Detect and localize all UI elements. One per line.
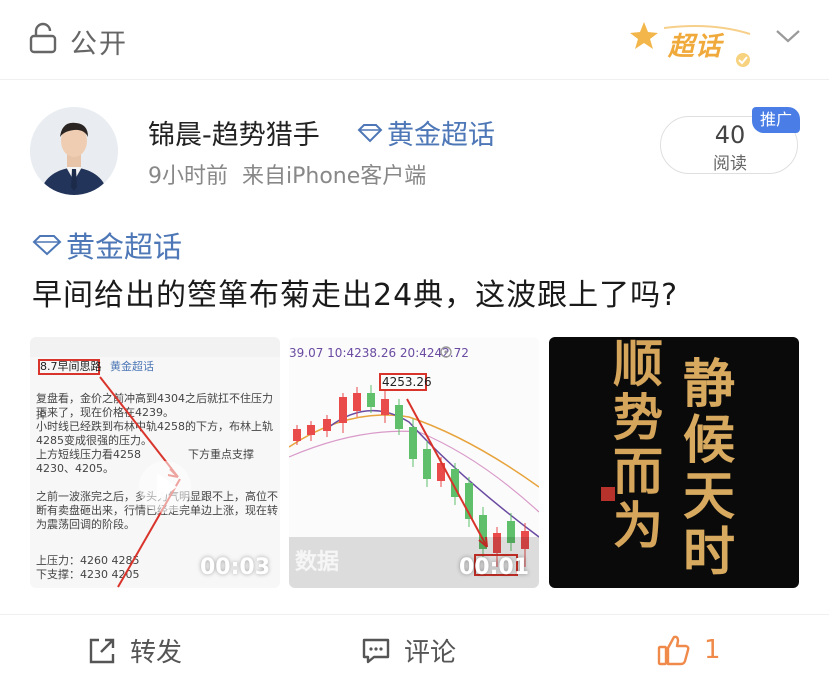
post-time: 9小时前: [148, 164, 228, 189]
comment-icon: [362, 638, 390, 663]
action-divider: [0, 614, 829, 615]
top-bar: 公开 超话: [0, 0, 829, 80]
post-meta: 9小时前 来自iPhone客户端: [148, 158, 426, 190]
post-text: 早间给出的箜箪布菊走出24典，这波跟上了吗?: [32, 278, 679, 313]
ad-badge: 推广: [752, 107, 800, 133]
diamond-icon: [357, 123, 383, 142]
post-topic-label: 黄金超话: [66, 230, 183, 264]
visibility-label[interactable]: 公开: [70, 22, 128, 61]
red-seal: [601, 487, 615, 501]
like-count: 1: [704, 635, 721, 665]
comment-label: 评论: [404, 638, 457, 668]
calligraphy-col-2: 静 候 天 时: [683, 354, 736, 583]
chevron-down-icon[interactable]: [774, 26, 802, 46]
repost-button[interactable]: 转发: [86, 632, 182, 669]
supertopic-label: 超话: [668, 32, 723, 62]
watermark: 数据: [295, 550, 340, 575]
video-duration: 00:03: [199, 555, 270, 580]
avatar[interactable]: [30, 107, 118, 195]
annotation-arrows: [99, 376, 191, 588]
like-button[interactable]: 1: [656, 632, 721, 668]
share-icon: [89, 638, 115, 663]
author-topic-tag[interactable]: 黄金超话: [357, 113, 495, 152]
calligraphy-col-1: 顺 势 而 为: [613, 337, 663, 555]
read-label: 阅读: [713, 154, 747, 174]
supertopic-badge[interactable]: 超话: [630, 14, 760, 74]
repost-label: 转发: [130, 638, 183, 668]
author-name[interactable]: 锦晨-趋势猎手: [148, 113, 320, 152]
diamond-icon: [32, 235, 62, 256]
media-thumbnail-2[interactable]: 39.07 10:4238.26 20:4242.72 4253.26 数据 0…: [289, 337, 539, 588]
author-topic-label: 黄金超话: [387, 120, 495, 151]
media-thumbnail-3[interactable]: 顺 势 而 为 静 候 天 时: [549, 337, 799, 588]
lock-icon: [29, 22, 57, 54]
post-topic-link[interactable]: 黄金超话: [32, 224, 182, 266]
media-thumbnail-1[interactable]: 8.7早间思路 黄金超话 复盘看，金价之前冲高到4304之后就扛不住压力掉 下来…: [30, 337, 280, 588]
thumbs-up-icon: [657, 635, 690, 666]
post-source: 来自iPhone客户端: [242, 164, 427, 189]
header-divider: [0, 79, 829, 80]
comment-button[interactable]: 评论: [360, 632, 456, 669]
video-duration: 00:01: [458, 555, 529, 580]
